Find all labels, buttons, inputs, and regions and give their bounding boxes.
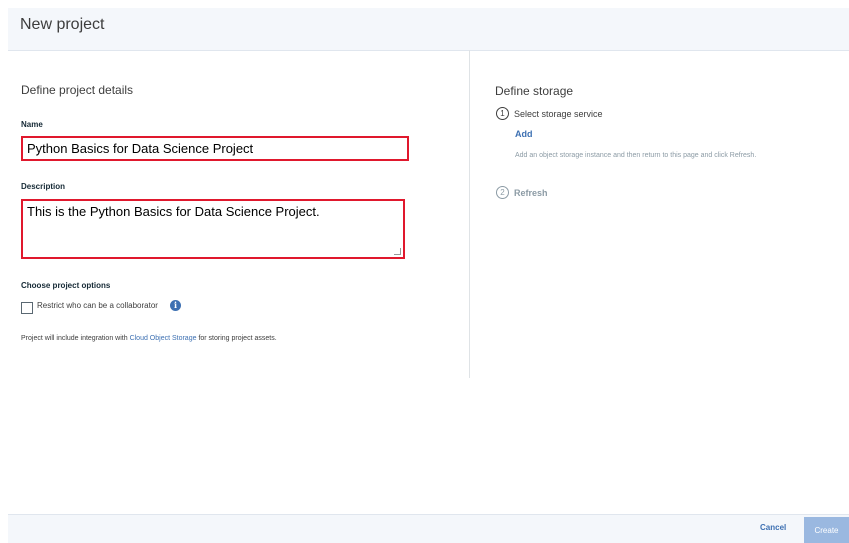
refresh-link[interactable]: Refresh [514,188,548,198]
storage-helper-text: Add an object storage instance and then … [515,152,757,159]
panel-divider [469,50,470,378]
modal-footer: Cancel Create [8,514,849,543]
resize-handle-icon[interactable] [394,248,401,255]
step-2-icon: 2 [496,186,509,199]
cloud-object-storage-link[interactable]: Cloud Object Storage [130,335,197,342]
modal-header: New project [8,8,849,51]
integration-suffix: for storing project assets. [196,335,277,342]
restrict-collaborator-checkbox[interactable] [21,302,33,314]
description-label: Description [21,182,66,191]
description-textarea[interactable]: This is the Python Basics for Data Scien… [21,199,405,259]
name-input[interactable]: Python Basics for Data Science Project [21,136,409,161]
cancel-button[interactable]: Cancel [760,523,786,532]
modal-title: New project [20,16,105,33]
restrict-collaborator-label[interactable]: Restrict who can be a collaborator [37,301,158,310]
integration-prefix: Project will include integration with [21,335,130,342]
project-options-heading: Choose project options [21,281,111,290]
info-icon[interactable]: i [170,300,181,311]
create-button[interactable]: Create [804,517,849,543]
storage-heading: Define storage [495,84,574,98]
step-1-icon: 1 [496,107,509,120]
integration-note: Project will include integration with Cl… [21,335,277,342]
name-input-value: Python Basics for Data Science Project [27,141,254,156]
name-label: Name [21,120,43,129]
project-details-heading: Define project details [21,83,134,97]
add-storage-link[interactable]: Add [515,129,533,139]
description-value: This is the Python Basics for Data Scien… [27,204,320,219]
step-1-label: Select storage service [514,109,603,119]
